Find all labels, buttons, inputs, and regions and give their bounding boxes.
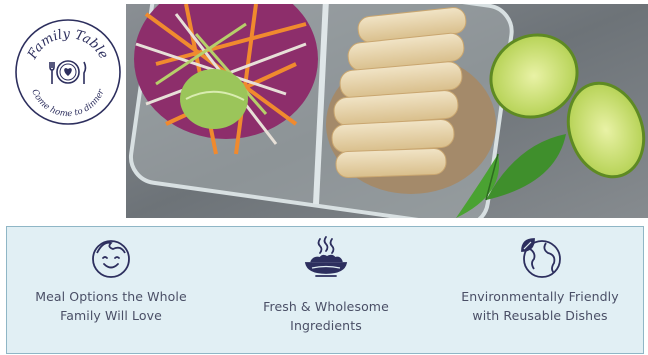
feature-family-label: Meal Options the Whole Family Will Love	[35, 289, 187, 323]
feature-family: Meal Options the Whole Family Will Love	[11, 227, 211, 353]
logo-badge: Family Table Come home to dinner	[15, 19, 121, 125]
smiling-face-icon	[87, 233, 135, 281]
steaming-dish-icon	[302, 233, 350, 281]
feature-eco: Environmentally Friendly with Reusable D…	[440, 227, 640, 353]
meal-prep-container-photo	[126, 4, 648, 218]
globe-leaf-icon	[516, 233, 564, 281]
feature-fresh-label: Fresh & Wholesome Ingredients	[263, 299, 389, 333]
feature-eco-label: Environmentally Friendly with Reusable D…	[461, 289, 619, 323]
feature-fresh: Fresh & Wholesome Ingredients	[226, 227, 426, 353]
hero-image	[126, 4, 648, 218]
family-table-logo: Family Table Come home to dinner	[14, 18, 122, 126]
features-panel: Meal Options the Whole Family Will Love …	[6, 226, 644, 354]
